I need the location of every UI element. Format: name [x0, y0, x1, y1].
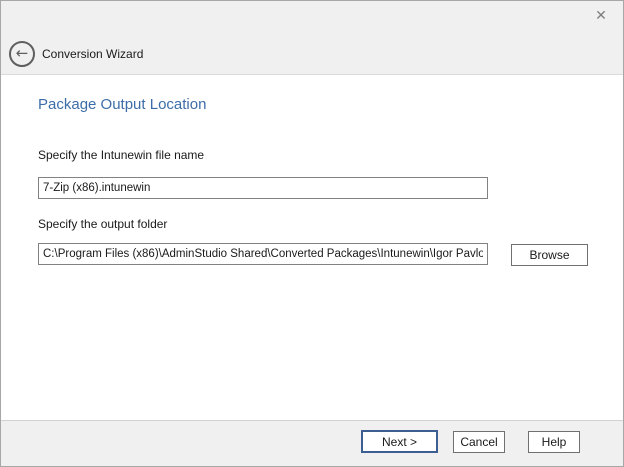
help-button[interactable]: Help — [528, 431, 580, 453]
wizard-footer: Next > Cancel Help — [1, 420, 623, 466]
browse-button[interactable]: Browse — [511, 244, 588, 266]
filename-label: Specify the Intunewin file name — [38, 148, 204, 162]
cancel-button[interactable]: Cancel — [453, 431, 505, 453]
wizard-content: Package Output Location Specify the Intu… — [1, 76, 623, 419]
output-folder-input[interactable] — [38, 243, 488, 265]
filename-input[interactable] — [38, 177, 488, 199]
wizard-header: ← Conversion Wizard ✕ — [1, 1, 623, 75]
back-arrow-icon: ← — [16, 46, 29, 61]
back-button[interactable]: ← — [9, 41, 35, 67]
conversion-wizard-window: ← Conversion Wizard ✕ Package Output Loc… — [0, 0, 624, 467]
output-folder-label: Specify the output folder — [38, 217, 167, 231]
page-title: Package Output Location — [38, 96, 206, 113]
next-button[interactable]: Next > — [361, 430, 438, 453]
wizard-title: Conversion Wizard — [42, 47, 143, 61]
close-icon[interactable]: ✕ — [591, 6, 611, 26]
